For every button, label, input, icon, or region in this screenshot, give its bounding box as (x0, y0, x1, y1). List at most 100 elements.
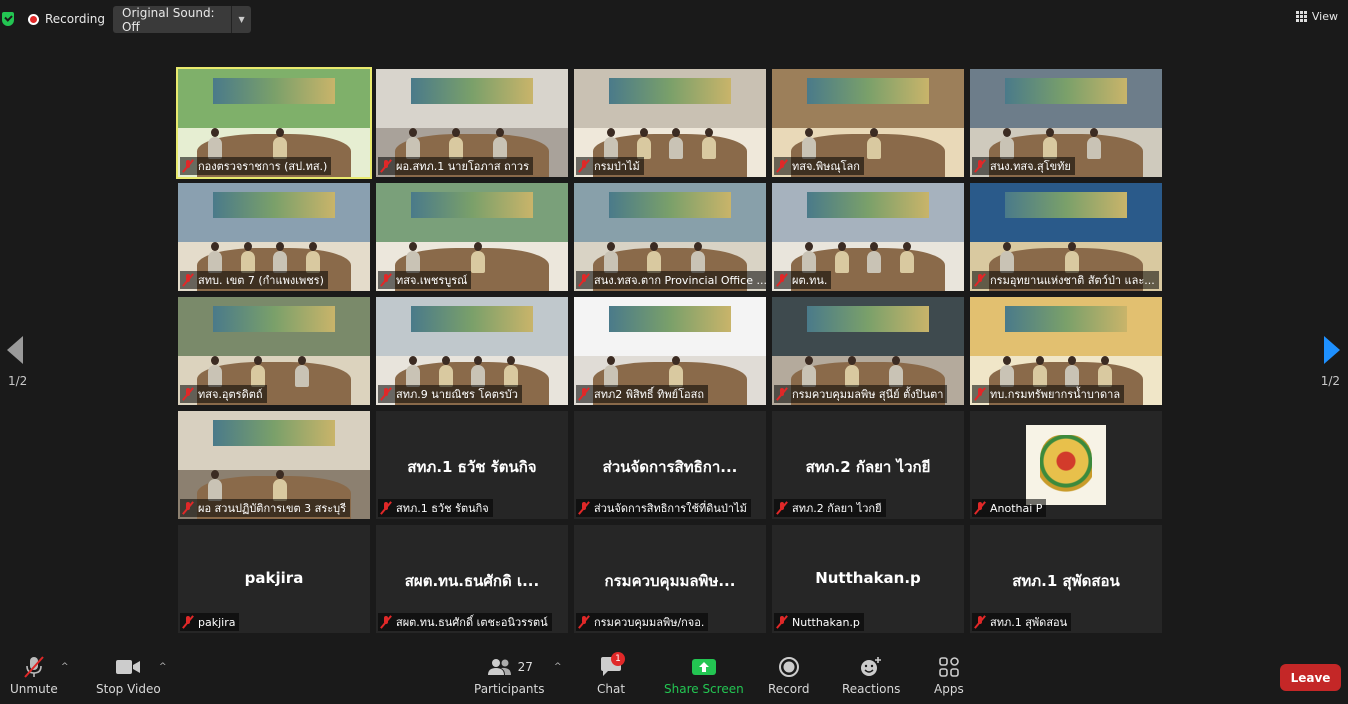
participant-tile[interactable]: กรมควบคุมมลพิษ สุนีย์ ตั้งปินตา (772, 297, 964, 405)
participant-display-name: pakjira (244, 569, 304, 587)
participant-tile[interactable]: สนง.ทสจ.ตาก Provincial Office ... (574, 183, 766, 291)
previous-page-nav[interactable]: 1/2 (7, 336, 28, 388)
participant-tile[interactable]: ผอ.สทภ.1 นายโอภาส ถาวร (376, 69, 568, 177)
participant-name-tag: ผอ.สทภ.1 นายโอภาส ถาวร (378, 157, 533, 175)
page-indicator-left: 1/2 (8, 374, 28, 388)
view-button[interactable]: View (1295, 10, 1338, 23)
microphone-muted-icon (776, 501, 788, 515)
profile-emblem-image (1026, 425, 1106, 505)
participant-name: ทบ.กรมทรัพยากรน้ำบาดาล (990, 388, 1121, 401)
participant-tile[interactable]: Nutthakan.p Nutthakan.p (772, 525, 964, 633)
participant-tile[interactable]: ทสจ.เพชรบูรณ์ (376, 183, 568, 291)
participant-name: ทสจ.พิษณุโลก (792, 160, 860, 173)
participant-name: สทบ. เขต 7 (กำแพงเพชร) (198, 274, 324, 287)
unmute-label: Unmute (10, 682, 58, 696)
participant-tile[interactable]: สทภ2 พิสิทธิ์ ทิพย์โอสถ (574, 297, 766, 405)
participant-tile[interactable]: ทสจ.อุตรดิตถ์ (178, 297, 370, 405)
microphone-muted-icon (974, 501, 986, 515)
participant-tile[interactable]: สทภ.1 ธวัช รัตนกิจ สทภ.1 ธวัช รัตนกิจ (376, 411, 568, 519)
participants-button[interactable]: 27 Participants (474, 656, 545, 696)
arrow-right-icon[interactable] (1324, 336, 1340, 364)
page-indicator-right: 1/2 (1320, 374, 1340, 388)
participant-tile[interactable]: กรมควบคุมมลพิษ... กรมควบคุมมลพิษ/กจอ. (574, 525, 766, 633)
security-shield-icon[interactable] (2, 12, 14, 26)
audio-options-chevron-icon[interactable]: ^ (61, 662, 69, 672)
apps-label: Apps (934, 682, 964, 696)
emblem-icon (1040, 435, 1092, 493)
participants-label: Participants (474, 682, 545, 696)
participant-name-tag: ทบ.กรมทรัพยากรน้ำบาดาล (972, 385, 1125, 403)
participants-options-chevron-icon[interactable]: ^ (554, 662, 562, 672)
participant-tile[interactable]: สทภ.2 กัลยา ไวกยี สทภ.2 กัลยา ไวกยี (772, 411, 964, 519)
leave-button[interactable]: Leave (1280, 664, 1341, 691)
participant-tile[interactable]: Anothai P (970, 411, 1162, 519)
microphone-muted-icon (578, 615, 590, 629)
participant-display-name: กรมควบคุมมลพิษ... (604, 572, 736, 590)
participant-name: pakjira (198, 615, 236, 629)
microphone-muted-icon (182, 501, 194, 515)
participant-tile[interactable]: ทบ.กรมทรัพยากรน้ำบาดาล (970, 297, 1162, 405)
microphone-muted-icon (578, 159, 590, 173)
participant-name: กรมป่าไม้ (594, 160, 640, 173)
participant-tile[interactable]: สนง.ทสจ.สุโขทัย (970, 69, 1162, 177)
participant-tile[interactable]: สทภ.9 นายณิชร โคตรบัว (376, 297, 568, 405)
participant-name-tag: สนง.ทสจ.ตาก Provincial Office ... (576, 271, 766, 289)
microphone-muted-icon (776, 615, 788, 629)
reactions-button[interactable]: Reactions (842, 656, 900, 696)
participant-name: สผต.ทน.ธนศักดิ์ เตชะอนิวรรตน์ (396, 616, 548, 629)
participant-tile[interactable]: ทสจ.พิษณุโลก (772, 69, 964, 177)
microphone-muted-icon (578, 501, 590, 515)
recording-icon (28, 13, 39, 25)
microphone-muted-icon (776, 159, 788, 173)
stop-video-label: Stop Video (96, 682, 161, 696)
unmute-button[interactable]: Unmute (10, 656, 58, 696)
recording-label: Recording (45, 12, 106, 26)
participant-name-tag: ผอ สวนปฏิบัติการเขต 3 สระบุรี (180, 499, 351, 517)
microphone-muted-icon (380, 615, 392, 629)
record-button[interactable]: Record (768, 656, 809, 696)
participant-display-name: สทภ.1 สุพัดสอน (1012, 572, 1120, 590)
microphone-muted-icon (182, 159, 194, 173)
participant-tile[interactable]: กรมป่าไม้ (574, 69, 766, 177)
apps-button[interactable]: Apps (934, 656, 964, 696)
participant-name: สทภ.9 นายณิชร โคตรบัว (396, 388, 518, 401)
participant-tile[interactable]: สผต.ทน.ธนศักดิ เ... สผต.ทน.ธนศักดิ์ เตชะอ… (376, 525, 568, 633)
participant-display-name: สทภ.1 ธวัช รัตนกิจ (407, 458, 537, 476)
participant-name: สทภ.1 สุพัดสอน (990, 616, 1068, 629)
microphone-muted-icon (22, 656, 46, 678)
share-screen-label: Share Screen (664, 682, 744, 696)
participant-tile[interactable]: ผต.ทน. (772, 183, 964, 291)
chevron-down-icon[interactable]: ▼ (231, 6, 251, 33)
participant-name-tag: Anothai P (972, 499, 1047, 517)
participant-name-tag: pakjira (180, 613, 240, 631)
stop-video-button[interactable]: Stop Video (96, 656, 161, 696)
participant-name-tag: กรมควบคุมมลพิษ/กจอ. (576, 613, 709, 631)
microphone-muted-icon (182, 273, 194, 287)
apps-icon (938, 656, 960, 678)
participant-display-name: Nutthakan.p (815, 569, 921, 587)
participant-tile[interactable]: กรมอุทยานแห่งชาติ สัตว์ป่า และ... (970, 183, 1162, 291)
chat-button[interactable]: 1 Chat (597, 652, 625, 696)
participant-name-tag: สทภ2 พิสิทธิ์ ทิพย์โอสถ (576, 385, 708, 403)
participant-tile[interactable]: ผอ สวนปฏิบัติการเขต 3 สระบุรี (178, 411, 370, 519)
arrow-left-icon[interactable] (7, 336, 23, 364)
participant-tile[interactable]: pakjira pakjira (178, 525, 370, 633)
participant-tile[interactable]: ส่วนจัดการสิทธิกา... ส่วนจัดการสิทธิการใช… (574, 411, 766, 519)
participant-tile[interactable]: สทบ. เขต 7 (กำแพงเพชร) (178, 183, 370, 291)
participant-tile[interactable]: สทภ.1 สุพัดสอน สทภ.1 สุพัดสอน (970, 525, 1162, 633)
participant-name-tag: กองตรวจราชการ (สป.ทส.) (180, 157, 332, 175)
original-sound-button[interactable]: Original Sound: Off ▼ (113, 6, 251, 34)
participants-count: 27 (517, 660, 533, 674)
recording-indicator[interactable]: Recording (28, 8, 105, 30)
microphone-muted-icon (776, 273, 788, 287)
participant-tile-active-speaker[interactable]: กองตรวจราชการ (สป.ทส.) (176, 67, 372, 179)
chat-unread-badge: 1 (611, 652, 626, 666)
view-label: View (1311, 10, 1338, 23)
participant-name-tag: ผต.ทน. (774, 271, 832, 289)
share-screen-button[interactable]: Share Screen (664, 656, 744, 696)
microphone-muted-icon (578, 387, 590, 401)
participant-name-tag: กรมควบคุมมลพิษ สุนีย์ ตั้งปินตา (774, 385, 948, 403)
video-options-chevron-icon[interactable]: ^ (159, 662, 167, 672)
microphone-muted-icon (974, 387, 986, 401)
next-page-nav[interactable]: 1/2 (1316, 336, 1340, 388)
